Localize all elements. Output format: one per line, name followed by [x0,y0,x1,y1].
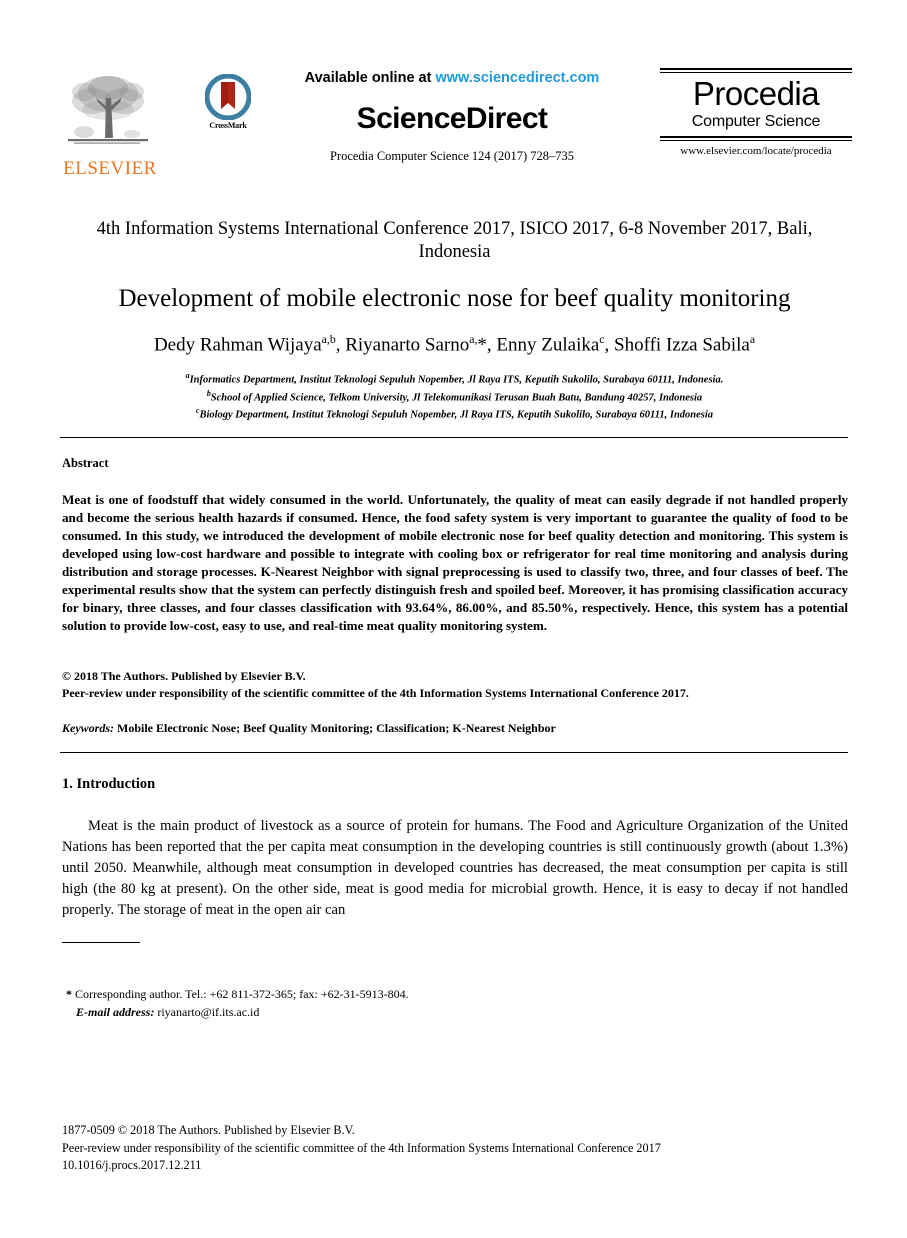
affiliation-text: Biology Department, Institut Teknologi S… [199,409,714,421]
journal-header: ELSEVIER CrossMark Available online at w… [62,62,852,192]
elsevier-wordmark: ELSEVIER [63,158,157,179]
sciencedirect-url-link[interactable]: www.sciencedirect.com [435,70,599,86]
procedia-title: Procedia [692,75,820,112]
email-value[interactable]: riyanarto@if.its.ac.id [154,1005,259,1019]
affiliation-text: Informatics Department, Institut Teknolo… [189,374,724,386]
elsevier-logo: ELSEVIER [62,68,158,186]
available-online-line: Available online at www.sciencedirect.co… [262,70,642,86]
paper-page: ELSEVIER CrossMark Available online at w… [0,0,907,1238]
conference-line: 4th Information Systems International Co… [96,219,813,263]
crossmark-icon [204,73,252,121]
sciencedirect-wordmark: ScienceDirect [356,102,548,135]
affiliation-item: bSchool of Applied Science, Telkom Unive… [62,388,847,406]
affiliation-text: School of Applied Science, Telkom Univer… [210,392,703,404]
keywords-label: Keywords: [62,721,114,735]
journal-citation: Procedia Computer Science 124 (2017) 728… [329,149,575,163]
abstract-heading: Abstract [62,456,109,470]
email-line: E-mail address: riyanarto@if.its.ac.id [66,1003,666,1021]
abstract-top-divider [60,437,848,438]
section-heading-introduction: 1. Introduction [62,776,156,792]
procedia-rule-top [660,68,852,73]
crossmark-logo[interactable]: CrossMark [197,73,259,130]
footer-line-2: Peer-review under responsibility of the … [62,1140,661,1155]
footnote-divider [62,942,140,943]
procedia-logo-box: Procedia Computer Science www.elsevier.c… [660,68,852,157]
available-online-prefix: Available online at [304,70,436,86]
elsevier-tree-icon [62,68,154,158]
footer-line-1: 1877-0509 © 2018 The Authors. Published … [62,1123,355,1137]
footer-doi[interactable]: 10.1016/j.procs.2017.12.211 [62,1157,848,1175]
abstract-body: Meat is one of foodstuff that widely con… [62,492,848,634]
copyright-line-2: Peer-review under responsibility of the … [62,686,689,701]
procedia-subtitle: Computer Science [691,112,821,130]
affiliation-item: cBiology Department, Institut Teknologi … [62,405,847,423]
email-label: E-mail address: [76,1005,155,1019]
keywords-value: Mobile Electronic Nose; Beef Quality Mon… [114,721,556,735]
abstract-copyright: © 2018 The Authors. Published by Elsevie… [62,668,848,703]
copyright-line-1: © 2018 The Authors. Published by Elsevie… [62,669,306,683]
sciencedirect-block: Available online at www.sciencedirect.co… [262,70,642,164]
affiliation-item: aInformatics Department, Institut Teknol… [62,370,847,388]
abstract-bottom-divider [60,752,848,753]
page-footer: 1877-0509 © 2018 The Authors. Published … [62,1122,848,1175]
keywords: Keywords: Mobile Electronic Nose; Beef Q… [62,720,848,737]
author-list: Dedy Rahman Wijayaa,b, Riyanarto Sarnoa,… [153,333,756,356]
procedia-rule-bottom [660,135,852,141]
procedia-url[interactable]: www.elsevier.com/locate/procedia [660,145,852,157]
introduction-body: Meat is the main product of livestock as… [62,818,848,918]
crossmark-label: CrossMark [209,121,247,130]
affiliation-list: aInformatics Department, Institut Teknol… [62,370,847,423]
corresponding-author-line: * Corresponding author. Tel.: +62 811-37… [66,985,666,1003]
footnote-block: * Corresponding author. Tel.: +62 811-37… [66,985,666,1021]
page-title: Development of mobile electronic nose fo… [118,285,791,312]
corresponding-author-text: Corresponding author. Tel.: +62 811-372-… [72,987,409,1001]
